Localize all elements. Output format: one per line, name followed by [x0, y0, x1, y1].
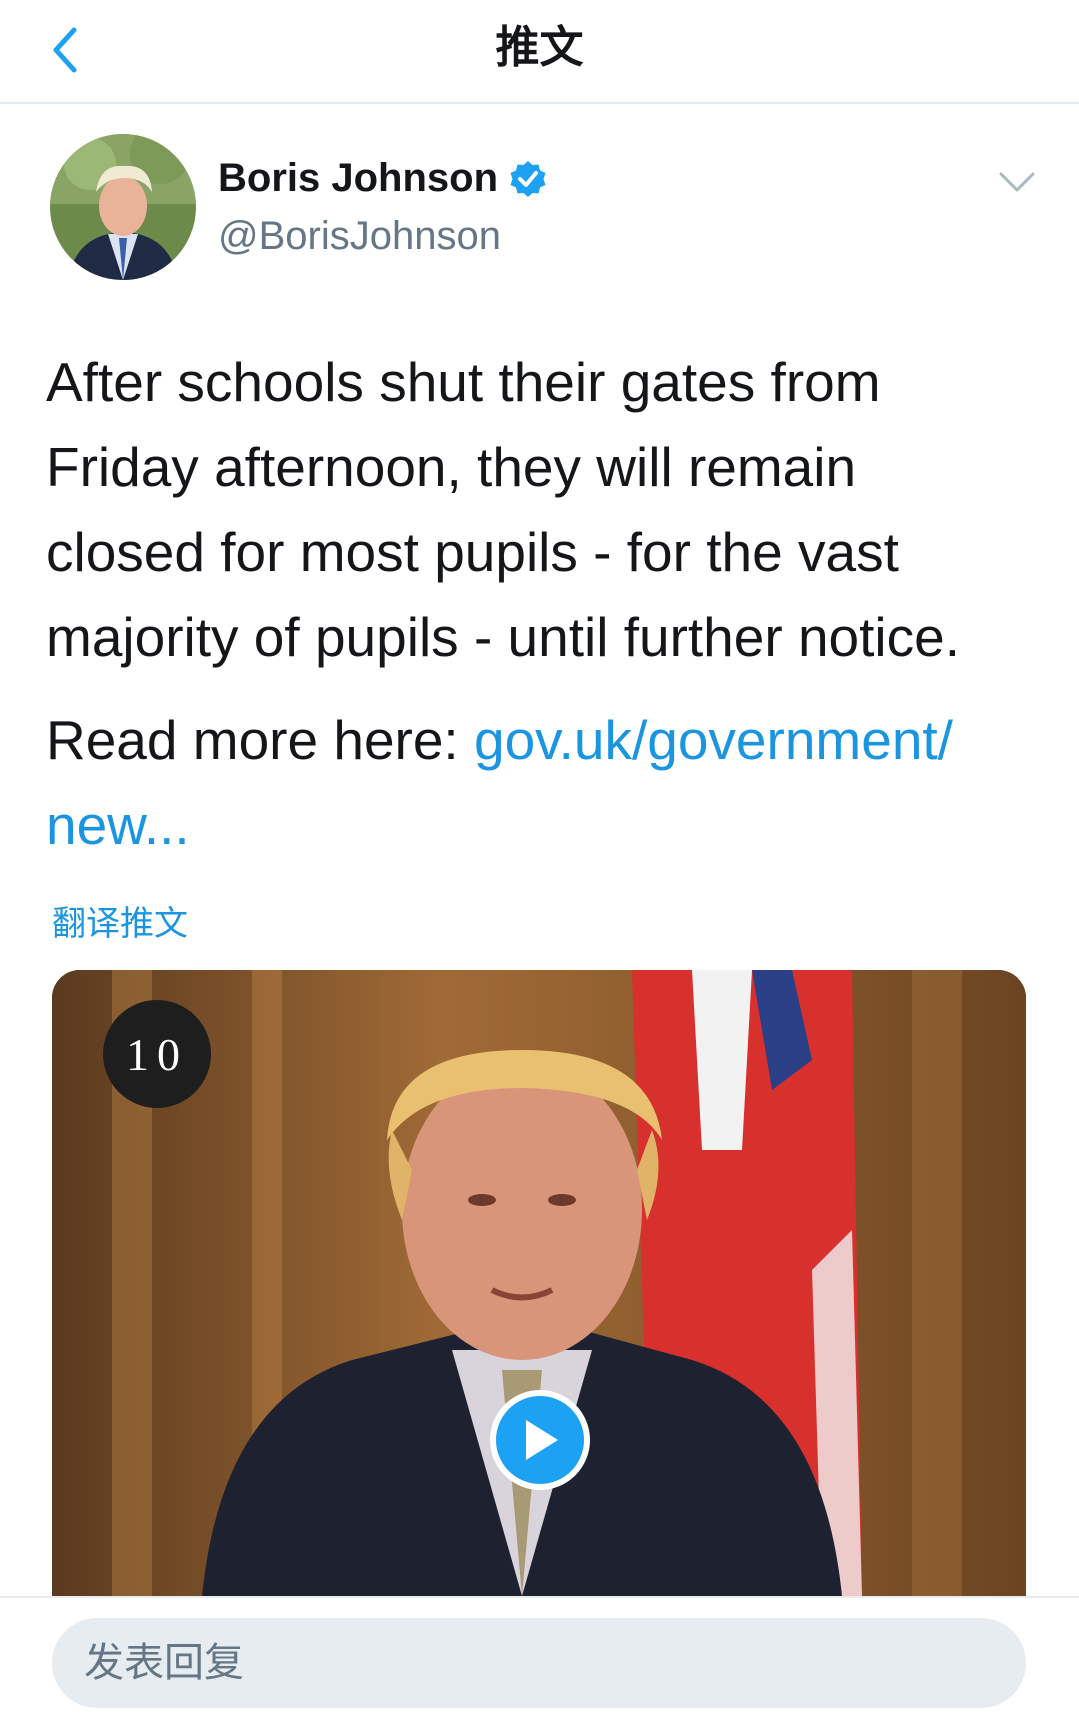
tweet-link-continued[interactable]: new...	[46, 794, 190, 856]
chevron-down-icon[interactable]	[995, 162, 1039, 202]
top-nav-bar: 推文	[0, 0, 1079, 104]
tweet-text: After schools shut their gates from Frid…	[46, 340, 1046, 680]
tweet-text-line: Friday afternoon, they will remain	[46, 436, 857, 498]
author-handle: @BorisJohnson	[218, 214, 501, 258]
play-icon	[526, 1420, 558, 1460]
reply-input[interactable]	[52, 1618, 1026, 1708]
tweet-link[interactable]: gov.uk/government/	[474, 709, 953, 771]
tweet-text-line: After schools shut their gates from	[46, 351, 881, 413]
translate-tweet-link[interactable]: 翻译推文	[52, 896, 188, 945]
tweet-text-line: closed for most pupils - for the vast	[46, 521, 899, 583]
read-more-prefix: Read more here:	[46, 709, 474, 771]
avatar[interactable]	[50, 134, 196, 280]
author-display-name[interactable]: Boris Johnson	[218, 156, 498, 201]
play-button[interactable]	[490, 1390, 590, 1490]
author-name-row: Boris Johnson	[218, 156, 548, 201]
verified-badge-icon	[510, 160, 546, 197]
read-more-text: Read more here: gov.uk/government/ new..…	[46, 698, 1046, 868]
tweet-text-line: majority of pupils - until further notic…	[46, 606, 960, 668]
tweet-author: Boris Johnson @BorisJohnson	[50, 134, 1039, 284]
video-thumbnail[interactable]: 10	[52, 970, 1026, 1596]
page-title: 推文	[495, 22, 584, 73]
reply-bar	[0, 1596, 1079, 1726]
number-10-logo: 10	[126, 1029, 188, 1080]
